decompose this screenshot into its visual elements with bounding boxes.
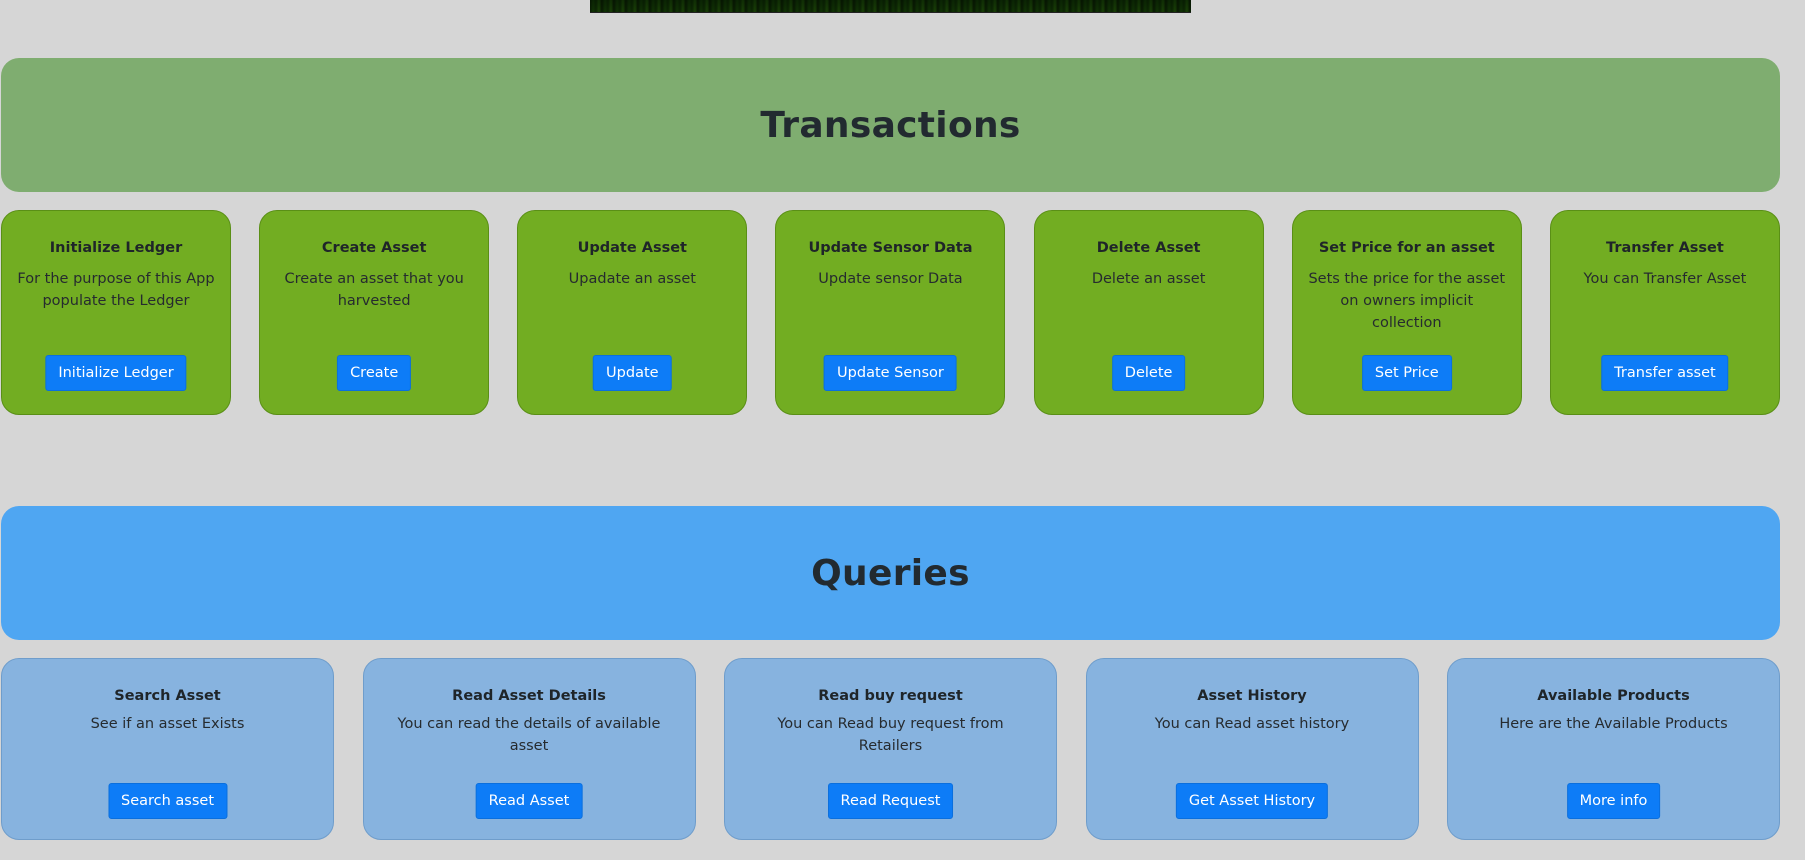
set-price-button[interactable]: Set Price [1361,355,1452,391]
read-request-button[interactable]: Read Request [827,783,954,819]
card-text: Create an asset that you harvested [284,271,464,309]
card-update-sensor-data: Update Sensor Data Update sensor Data Up… [775,210,1006,415]
card-title: Search Asset [114,688,221,704]
card-title: Read buy request [818,688,963,704]
delete-button[interactable]: Delete [1111,355,1186,391]
card-initialize-ledger: Initialize Ledger For the purpose of thi… [1,210,231,415]
get-asset-history-button[interactable]: Get Asset History [1175,783,1329,819]
card-update-asset: Update Asset Upadate an asset Update [517,210,748,415]
transactions-heading: Transactions [760,104,1021,146]
card-available-products: Available Products Here are the Availabl… [1447,658,1780,840]
more-info-button[interactable]: More info [1566,783,1661,819]
card-title: Create Asset [321,240,427,256]
card-title: Update Asset [577,240,687,256]
card-text: You can Read buy request from Retailers [777,716,1004,754]
card-set-price: Set Price for an asset Sets the price fo… [1291,210,1522,415]
page: Transactions Initialize Ledger For the p… [0,0,1805,860]
card-title: Set Price for an asset [1318,240,1495,256]
transfer-asset-button[interactable]: Transfer asset [1601,355,1729,391]
transactions-card-row: Initialize Ledger For the purpose of thi… [1,210,1780,415]
update-button[interactable]: Update [593,355,672,391]
search-asset-button[interactable]: Search asset [107,783,228,819]
card-text: See if an asset Exists [90,716,245,732]
card-transfer-asset: Transfer Asset You can Transfer Asset Tr… [1549,210,1780,415]
update-sensor-button[interactable]: Update Sensor [824,355,957,391]
card-text: Here are the Available Products [1499,716,1728,732]
card-text: You can read the details of available as… [397,716,661,754]
queries-card-row: Search Asset See if an asset Exists Sear… [1,658,1780,840]
card-title: Read Asset Details [452,688,606,704]
card-title: Available Products [1537,688,1690,704]
card-text: Delete an asset [1091,271,1206,287]
card-text: Update sensor Data [818,271,963,287]
card-title: Asset History [1197,688,1307,704]
card-read-buy-request: Read buy request You can Read buy reques… [724,658,1057,840]
card-title: Transfer Asset [1606,240,1724,256]
card-text: For the purpose of this App populate the… [17,271,215,309]
queries-heading: Queries [811,552,970,594]
card-search-asset: Search Asset See if an asset Exists Sear… [1,658,334,840]
card-text: Sets the price for the asset on owners i… [1308,271,1506,331]
card-text: You can Read asset history [1154,716,1350,732]
queries-banner: Queries [1,506,1780,640]
card-read-asset-details: Read Asset Details You can read the deta… [362,658,696,840]
card-title: Delete Asset [1096,240,1201,256]
card-text: You can Transfer Asset [1583,271,1747,287]
initialize-ledger-button[interactable]: Initialize Ledger [45,355,187,391]
card-title: Initialize Ledger [49,240,183,256]
transactions-banner: Transactions [1,58,1780,192]
read-asset-button[interactable]: Read Asset [475,783,583,819]
create-button[interactable]: Create [337,355,412,391]
card-text: Upadate an asset [568,271,696,287]
hero-image [590,0,1191,13]
card-delete-asset: Delete Asset Delete an asset Delete [1033,210,1264,415]
card-create-asset: Create Asset Create an asset that you ha… [259,210,490,415]
card-title: Update Sensor Data [808,240,973,256]
card-asset-history: Asset History You can Read asset history… [1085,658,1419,840]
